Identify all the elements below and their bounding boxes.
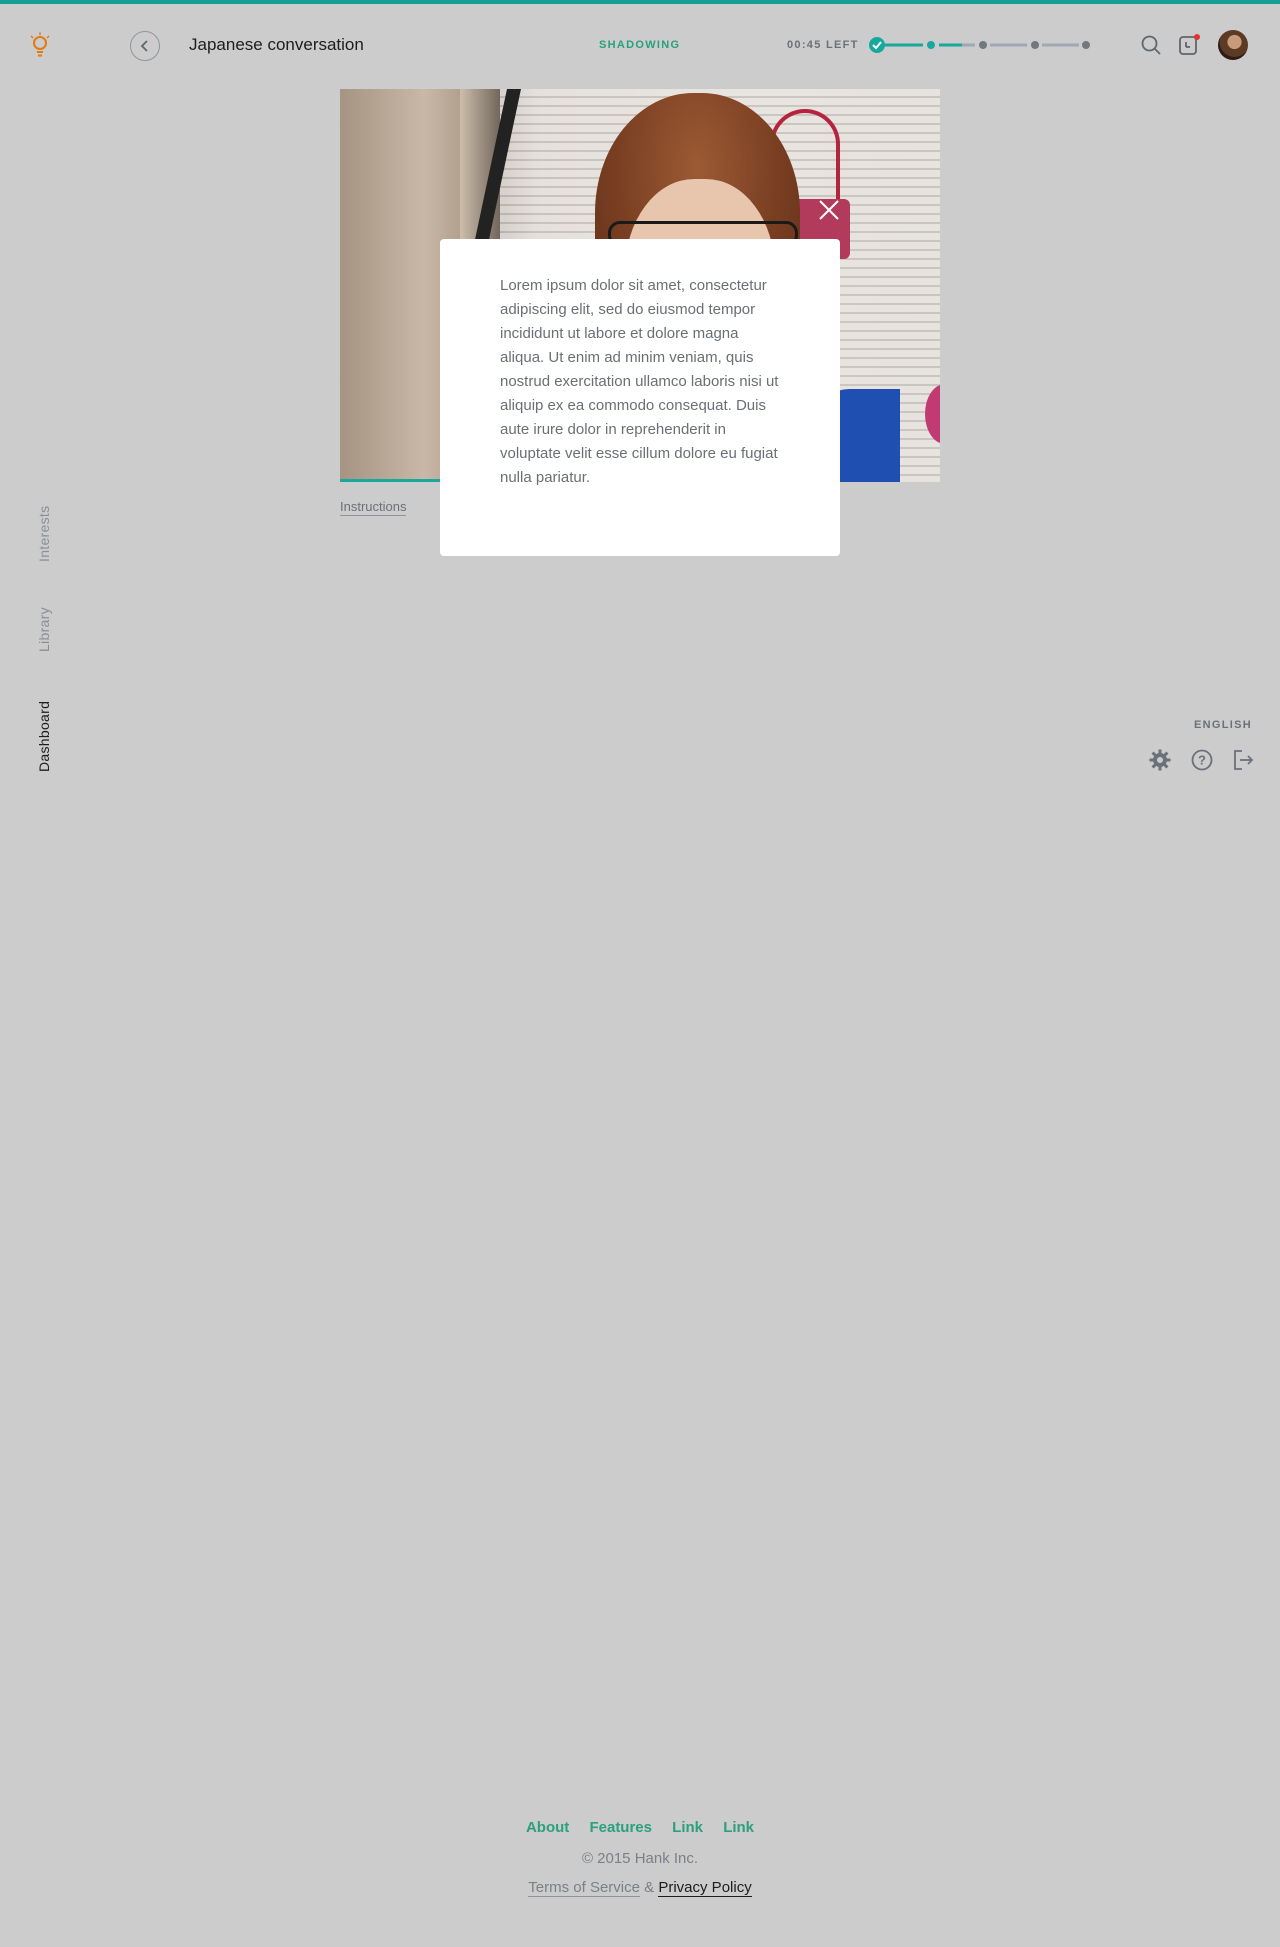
progress-step-5 (1082, 41, 1090, 49)
progress-step-4 (1031, 41, 1039, 49)
instructions-link[interactable]: Instructions (340, 499, 407, 516)
progress-step-1 (869, 37, 885, 53)
footer-links: About Features Link Link (0, 1819, 1280, 1836)
footer-link-about[interactable]: About (526, 1819, 569, 1836)
modal-body-text: Lorem ipsum dolor sit amet, consectetur … (500, 277, 779, 486)
footer-link-2[interactable]: Link (723, 1819, 754, 1836)
notification-icon[interactable] (1177, 33, 1201, 57)
top-accent-bar (0, 0, 1280, 4)
progress-step-2 (927, 41, 935, 49)
logout-icon[interactable] (1231, 748, 1255, 772)
language-selector[interactable]: ENGLISH (1194, 719, 1252, 731)
svg-text:?: ? (1198, 753, 1206, 768)
mode-label: SHADOWING (599, 39, 681, 51)
chevron-left-icon (140, 40, 148, 52)
lightbulb-icon[interactable] (28, 32, 52, 60)
instructions-modal: Lorem ipsum dolor sit amet, consectetur … (440, 239, 840, 556)
time-left: 00:45 LEFT (787, 39, 859, 51)
lesson-progress (869, 37, 1090, 53)
terms-link[interactable]: Terms of Service (528, 1879, 640, 1897)
legal-ampersand: & (644, 1879, 655, 1896)
progress-step-3 (979, 41, 987, 49)
video-progress-bar[interactable] (340, 479, 442, 482)
page-title: Japanese conversation (189, 35, 364, 54)
avatar[interactable] (1218, 30, 1248, 60)
footer-link-1[interactable]: Link (672, 1819, 703, 1836)
search-icon[interactable] (1139, 33, 1163, 57)
gear-icon[interactable] (1148, 748, 1172, 772)
privacy-link[interactable]: Privacy Policy (658, 1879, 752, 1897)
close-icon[interactable] (817, 198, 841, 222)
footer-link-features[interactable]: Features (589, 1819, 652, 1836)
back-button[interactable] (130, 31, 160, 61)
legal-links: Terms of Service & Privacy Policy (0, 1879, 1280, 1897)
copyright: © 2015 Hank Inc. (581, 1850, 699, 1867)
sidebar-item-dashboard[interactable]: Dashboard (36, 701, 52, 772)
sidebar-item-library[interactable]: Library (36, 607, 52, 652)
sidebar-item-interests[interactable]: Interests (36, 506, 52, 562)
help-icon[interactable]: ? (1190, 748, 1214, 772)
